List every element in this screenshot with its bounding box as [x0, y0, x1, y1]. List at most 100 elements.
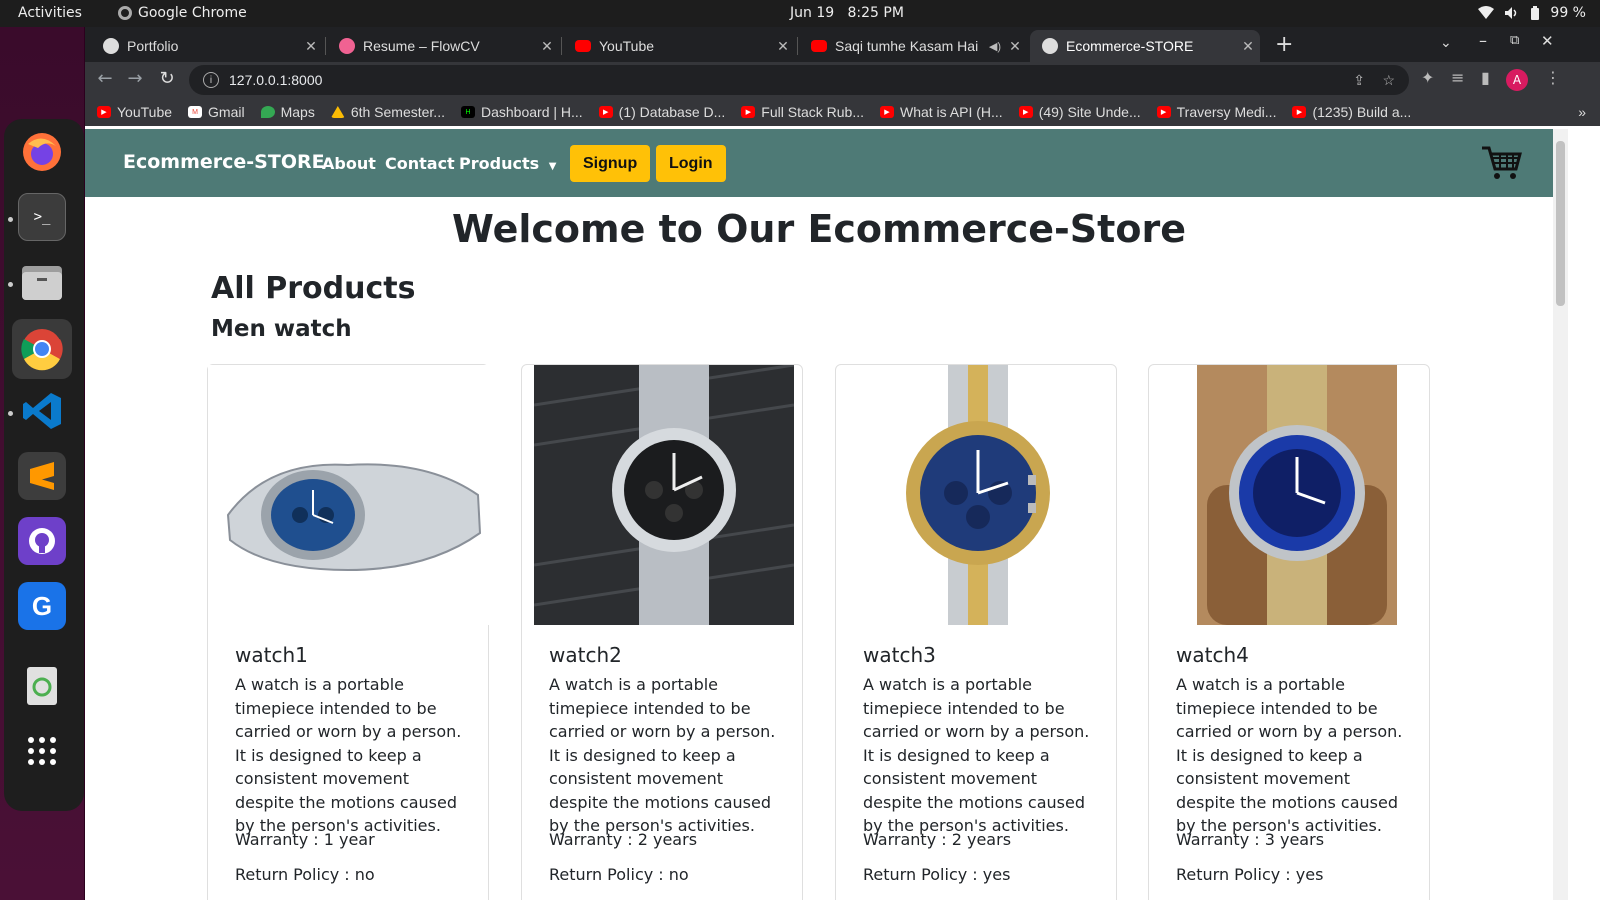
product-return-policy: Return Policy : no	[235, 865, 375, 884]
reload-icon[interactable]: ↻	[153, 68, 181, 89]
battery-percent: 99 %	[1550, 5, 1586, 21]
product-card[interactable]: watch4 A watch is a portable timepiece i…	[1148, 364, 1430, 900]
close-tab-icon[interactable]: ✕	[1236, 38, 1260, 55]
minimize-icon[interactable]: –	[1479, 31, 1487, 50]
share-icon[interactable]: ⇪	[1353, 72, 1365, 89]
side-panel-icon[interactable]: ▮	[1481, 68, 1490, 87]
product-name: watch2	[549, 643, 622, 667]
bookmark-item[interactable]: ▶ (49) Site Unde...	[1018, 104, 1141, 120]
page-scrollbar[interactable]	[1553, 129, 1568, 900]
bookmark-item[interactable]: ▶ What is API (H...	[879, 104, 1003, 120]
product-image-watch3[interactable]	[848, 365, 1108, 625]
close-window-icon[interactable]: ✕	[1541, 32, 1554, 50]
github-icon[interactable]	[18, 517, 66, 565]
bookmark-item[interactable]: M Gmail	[188, 104, 245, 120]
product-card[interactable]: watch2 A watch is a portable timepiece i…	[521, 364, 803, 900]
media-controls-icon[interactable]: ≡	[1451, 68, 1464, 87]
bookmarks-bar: ▶ YouTube M Gmail Maps 6th Semester... H Da…	[85, 98, 1600, 126]
login-button[interactable]: Login	[656, 145, 726, 182]
close-tab-icon[interactable]: ✕	[535, 38, 559, 55]
trash-icon[interactable]	[18, 662, 66, 710]
bookmark-item[interactable]: ▶ YouTube	[97, 104, 172, 120]
bookmark-label: Dashboard | H...	[480, 104, 583, 120]
youtube-icon: ▶	[598, 106, 613, 118]
youtube-icon	[575, 40, 591, 52]
vscode-icon[interactable]	[18, 387, 66, 435]
product-image-watch1[interactable]	[208, 365, 490, 625]
extensions-icon[interactable]: ✦	[1421, 68, 1434, 87]
site-navbar: Ecommerce-STORE About Contact Products ▼…	[85, 129, 1553, 197]
globe-icon	[1042, 38, 1058, 54]
more-bookmarks-icon[interactable]: »	[1578, 104, 1586, 120]
bookmark-item[interactable]: H Dashboard | H...	[460, 104, 583, 120]
dock: >_ G	[0, 27, 84, 900]
youtube-icon: ▶	[1292, 106, 1307, 118]
welcome-heading: Welcome to Our Ecommerce-Store	[452, 207, 1186, 251]
avatar[interactable]: A	[1506, 69, 1528, 91]
bookmark-label: (49) Site Unde...	[1038, 104, 1141, 120]
bookmark-item[interactable]: ▶ Traversy Medi...	[1156, 104, 1276, 120]
app-grid-icon[interactable]	[18, 727, 66, 775]
product-image-watch2[interactable]	[534, 365, 794, 625]
close-tab-icon[interactable]: ✕	[771, 38, 795, 55]
maps-icon	[260, 106, 275, 118]
site-info-icon[interactable]: i	[203, 72, 219, 88]
product-name: watch1	[235, 643, 308, 667]
clock[interactable]: Jun 19 8:25 PM	[790, 5, 904, 21]
address-bar[interactable]: i 127.0.0.1:8000 ⇪ ☆	[189, 65, 1409, 95]
tab-strip: Portfolio ✕ Resume – FlowCV ✕ YouTube ✕ …	[85, 27, 1600, 62]
products-label: Products	[459, 154, 540, 173]
bookmark-label: Maps	[280, 104, 315, 120]
cart-icon[interactable]	[1480, 145, 1522, 181]
files-icon[interactable]	[18, 258, 66, 306]
tab-portfolio[interactable]: Portfolio ✕	[91, 30, 323, 62]
tab-resume-flowcv[interactable]: Resume – FlowCV ✕	[327, 30, 559, 62]
firefox-icon[interactable]	[18, 128, 66, 176]
signup-button[interactable]: Signup	[570, 145, 651, 182]
sublime-icon[interactable]	[18, 452, 66, 500]
close-tab-icon[interactable]: ✕	[1003, 38, 1027, 55]
grammar-app-icon[interactable]: G	[18, 582, 66, 630]
menu-kebab-icon[interactable]: ⋮	[1545, 68, 1561, 87]
tab-saqi-tumhe-kasam-hai[interactable]: Saqi tumhe Kasam Hai ◀) ✕	[799, 30, 1027, 62]
bookmark-item[interactable]: ▶ (1235) Build a...	[1292, 104, 1411, 120]
bookmark-item[interactable]: ▶ Full Stack Rub...	[741, 104, 864, 120]
tab-search-icon[interactable]: ⌄	[1440, 35, 1452, 51]
product-card[interactable]: watch1 A watch is a portable timepiece i…	[207, 364, 490, 900]
restore-icon[interactable]: ⧉	[1510, 33, 1519, 48]
back-icon[interactable]: ←	[91, 68, 119, 89]
nav-products-dropdown[interactable]: Products ▼	[459, 154, 556, 173]
bookmark-item[interactable]: Maps	[260, 104, 315, 120]
date-label: Jun 19	[790, 5, 835, 21]
chrome-icon[interactable]	[12, 319, 72, 379]
forward-icon[interactable]: →	[121, 68, 149, 89]
product-return-policy: Return Policy : yes	[1176, 865, 1324, 884]
hackerrank-icon: H	[460, 106, 475, 118]
scrollbar-thumb[interactable]	[1556, 141, 1565, 306]
product-card[interactable]: watch3 A watch is a portable timepiece i…	[835, 364, 1117, 900]
bookmark-star-icon[interactable]: ☆	[1382, 72, 1395, 89]
app-menu[interactable]: Google Chrome	[118, 5, 247, 21]
audio-playing-icon[interactable]: ◀)	[989, 40, 1001, 53]
brand-link[interactable]: Ecommerce-STORE	[123, 151, 325, 173]
terminal-icon[interactable]: >_	[18, 193, 66, 241]
bookmark-item[interactable]: 6th Semester...	[330, 104, 445, 120]
product-name: watch3	[863, 643, 936, 667]
tab-title: YouTube	[599, 38, 655, 54]
system-tray[interactable]: 99 %	[1478, 5, 1586, 21]
youtube-icon: ▶	[1156, 106, 1171, 118]
bookmark-label: Gmail	[208, 104, 245, 120]
tab-ecommerce-store[interactable]: Ecommerce-STORE ✕	[1030, 30, 1260, 62]
product-warranty: Warranty : 2 years	[549, 830, 698, 849]
bookmark-label: (1235) Build a...	[1312, 104, 1412, 120]
product-image-watch4[interactable]	[1197, 365, 1397, 625]
youtube-icon: ▶	[741, 106, 756, 118]
tab-title: Resume – FlowCV	[363, 38, 480, 54]
close-tab-icon[interactable]: ✕	[299, 38, 323, 55]
nav-about-link[interactable]: About	[322, 154, 376, 173]
bookmark-item[interactable]: ▶ (1) Database D...	[598, 104, 725, 120]
activities-button[interactable]: Activities	[18, 5, 82, 21]
tab-youtube[interactable]: YouTube ✕	[563, 30, 795, 62]
nav-contact-link[interactable]: Contact	[385, 154, 455, 173]
new-tab-button[interactable]: +	[1275, 32, 1293, 57]
